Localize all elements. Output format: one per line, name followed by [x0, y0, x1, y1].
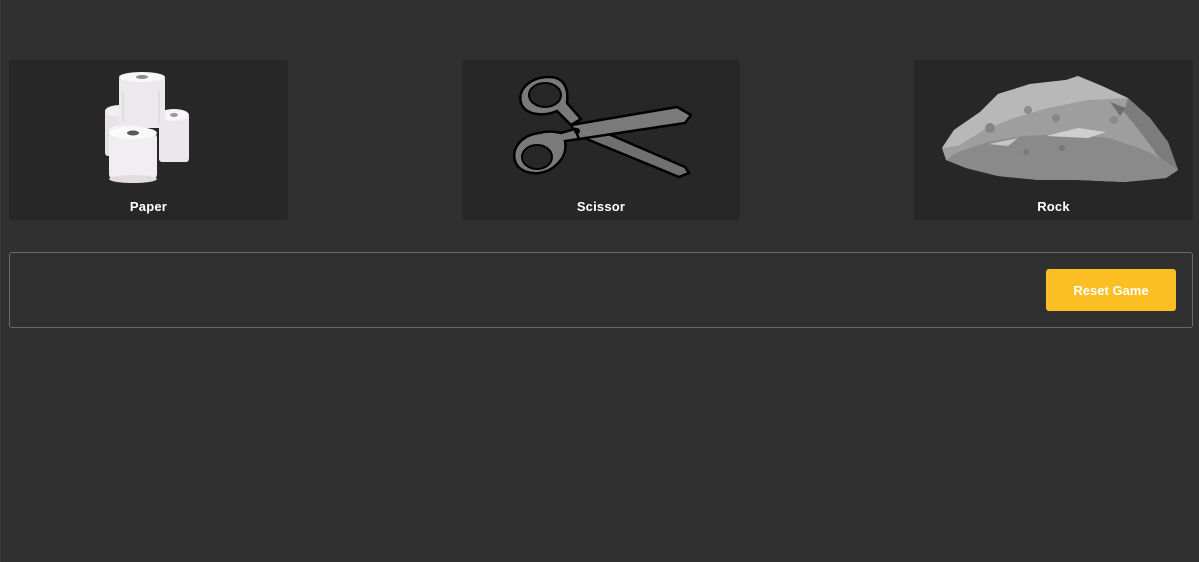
- toilet-paper-rolls-icon: [9, 70, 288, 185]
- rock-icon: [914, 70, 1193, 185]
- choice-label-paper: Paper: [129, 199, 168, 214]
- game-page: Paper Scissor Rock Reset Game: [0, 0, 1199, 562]
- reset-game-button[interactable]: Reset Game: [1046, 269, 1176, 311]
- choice-card-scissor[interactable]: Scissor: [462, 60, 740, 220]
- choice-label-rock: Rock: [1037, 199, 1070, 214]
- choice-card-rock[interactable]: Rock: [914, 60, 1193, 220]
- result-panel: Reset Game: [9, 252, 1193, 328]
- scissors-icon: [462, 70, 740, 185]
- choice-card-paper[interactable]: Paper: [9, 60, 288, 220]
- choice-label-scissor: Scissor: [576, 199, 626, 214]
